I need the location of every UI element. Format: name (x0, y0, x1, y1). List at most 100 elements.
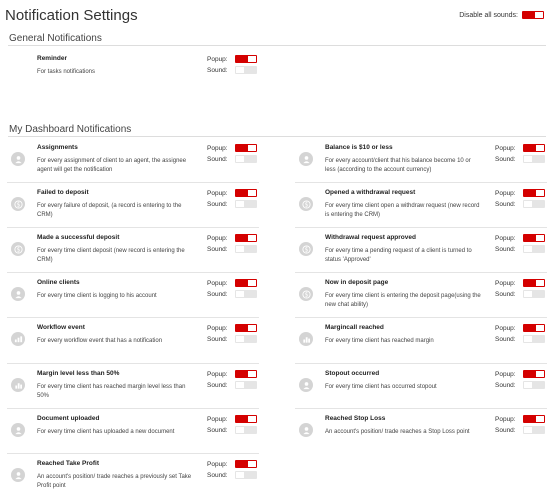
popup-toggle-margin-level-less-than-50[interactable] (235, 370, 257, 378)
sound-control: Sound: (207, 155, 257, 163)
sound-label: Sound: (207, 335, 228, 343)
sound-control: Sound: (207, 471, 257, 479)
popup-toggle-made-a-successful-deposit[interactable] (235, 234, 257, 242)
disable-all-sounds: Disable all sounds: (459, 11, 544, 19)
popup-toggle-reminder[interactable] (235, 55, 257, 63)
notification-name: Made a successful deposit (37, 234, 120, 241)
popup-control: Popup: (207, 279, 257, 287)
popup-label: Popup: (207, 415, 228, 423)
popup-toggle-withdrawal-request-approved[interactable] (523, 234, 545, 242)
notification-description: An account's position/ trade reaches a p… (37, 474, 192, 489)
user-icon (299, 423, 313, 437)
sound-toggle-made-a-successful-deposit[interactable] (235, 245, 257, 253)
popup-control: Popup: (207, 189, 257, 197)
sound-toggle-margin-level-less-than-50[interactable] (235, 381, 257, 389)
notification-item-online-clients: Online clients For every time client is l… (7, 276, 273, 319)
popup-label: Popup: (207, 234, 228, 242)
sound-toggle-reminder[interactable] (235, 66, 257, 74)
popup-toggle-assignments[interactable] (235, 144, 257, 152)
svg-text:$: $ (304, 292, 308, 298)
notification-name: Reached Stop Loss (325, 415, 386, 422)
notification-name: Reminder (37, 55, 67, 62)
popup-label: Popup: (495, 234, 516, 242)
popup-control: Popup: (207, 415, 257, 423)
dashboard-notifications-title: My Dashboard Notifications (9, 124, 132, 135)
sound-toggle-workflow-event[interactable] (235, 335, 257, 343)
notification-name: Workflow event (37, 324, 85, 331)
notification-item-opened-a-withdrawal-request: $ Opened a withdrawal request For every ti… (295, 186, 554, 229)
notification-name: Assignments (37, 144, 78, 151)
sound-label: Sound: (495, 381, 516, 389)
chart-icon (11, 378, 25, 392)
sound-toggle-margincall-reached[interactable] (523, 335, 545, 343)
notification-name: Opened a withdrawal request (325, 189, 416, 196)
popup-label: Popup: (207, 189, 228, 197)
notification-description: For every assignment of client to an age… (37, 158, 187, 173)
popup-control: Popup: (495, 324, 545, 332)
sound-toggle-document-uploaded[interactable] (235, 426, 257, 434)
row-divider (295, 408, 547, 409)
sound-toggle-assignments[interactable] (235, 155, 257, 163)
notification-name: Failed to deposit (37, 189, 89, 196)
popup-label: Popup: (495, 324, 516, 332)
sound-control: Sound: (495, 290, 545, 298)
popup-label: Popup: (207, 144, 228, 152)
popup-toggle-failed-to-deposit[interactable] (235, 189, 257, 197)
sound-toggle-withdrawal-request-approved[interactable] (523, 245, 545, 253)
notification-name: Online clients (37, 279, 80, 286)
general-divider (8, 45, 546, 46)
popup-toggle-margincall-reached[interactable] (523, 324, 545, 332)
chart-icon (299, 332, 313, 346)
popup-toggle-online-clients[interactable] (235, 279, 257, 287)
popup-toggle-now-in-deposit-page[interactable] (523, 279, 545, 287)
notification-item-balance-is-10-or-less: Balance is $10 or less For every account/… (295, 141, 554, 184)
popup-toggle-document-uploaded[interactable] (235, 415, 257, 423)
sound-control: Sound: (207, 426, 257, 434)
row-divider (7, 453, 259, 454)
sound-toggle-opened-a-withdrawal-request[interactable] (523, 200, 545, 208)
popup-toggle-reached-stop-loss[interactable] (523, 415, 545, 423)
sound-toggle-now-in-deposit-page[interactable] (523, 290, 545, 298)
dollar-icon: $ (299, 197, 313, 211)
row-divider (7, 317, 259, 318)
notification-description: For every account/client that his balanc… (325, 158, 471, 173)
sound-control: Sound: (495, 245, 545, 253)
popup-control: Popup: (495, 370, 545, 378)
popup-toggle-reached-take-profit[interactable] (235, 460, 257, 468)
notification-item-stopout-occurred: Stopout occurred For every time client ha… (295, 367, 554, 410)
disable-all-sounds-toggle[interactable] (522, 11, 544, 19)
sound-toggle-online-clients[interactable] (235, 290, 257, 298)
notification-name: Reached Take Profit (37, 460, 100, 467)
sound-toggle-stopout-occurred[interactable] (523, 381, 545, 389)
notification-item-reminder: Reminder For tasks notifications Popup: Sou… (7, 52, 273, 95)
popup-toggle-opened-a-withdrawal-request[interactable] (523, 189, 545, 197)
sound-control: Sound: (495, 155, 545, 163)
sound-toggle-reached-take-profit[interactable] (235, 471, 257, 479)
popup-label: Popup: (495, 279, 516, 287)
popup-control: Popup: (495, 234, 545, 242)
dashboard-divider (8, 136, 546, 137)
notification-item-document-uploaded: Document uploaded For every time client h… (7, 412, 273, 455)
popup-toggle-stopout-occurred[interactable] (523, 370, 545, 378)
notification-description: For every time client open a withdraw re… (325, 203, 480, 218)
sound-toggle-reached-stop-loss[interactable] (523, 426, 545, 434)
sound-toggle-failed-to-deposit[interactable] (235, 200, 257, 208)
popup-control: Popup: (207, 234, 257, 242)
notification-item-made-a-successful-deposit: $ Made a successful deposit For every time… (7, 231, 273, 274)
sound-label: Sound: (207, 200, 228, 208)
popup-label: Popup: (207, 370, 228, 378)
popup-toggle-workflow-event[interactable] (235, 324, 257, 332)
sound-control: Sound: (207, 66, 257, 74)
sound-control: Sound: (207, 245, 257, 253)
user-icon (11, 152, 25, 166)
popup-control: Popup: (207, 460, 257, 468)
notification-description: For every time client deposit (new recor… (37, 248, 185, 263)
popup-toggle-balance-is-10-or-less[interactable] (523, 144, 545, 152)
notification-item-assignments: Assignments For every assignment of clien… (7, 141, 273, 184)
sound-control: Sound: (207, 200, 257, 208)
user-icon (11, 287, 25, 301)
sound-toggle-balance-is-10-or-less[interactable] (523, 155, 545, 163)
sound-label: Sound: (495, 200, 516, 208)
row-divider (295, 182, 547, 183)
dollar-icon: $ (11, 242, 25, 256)
